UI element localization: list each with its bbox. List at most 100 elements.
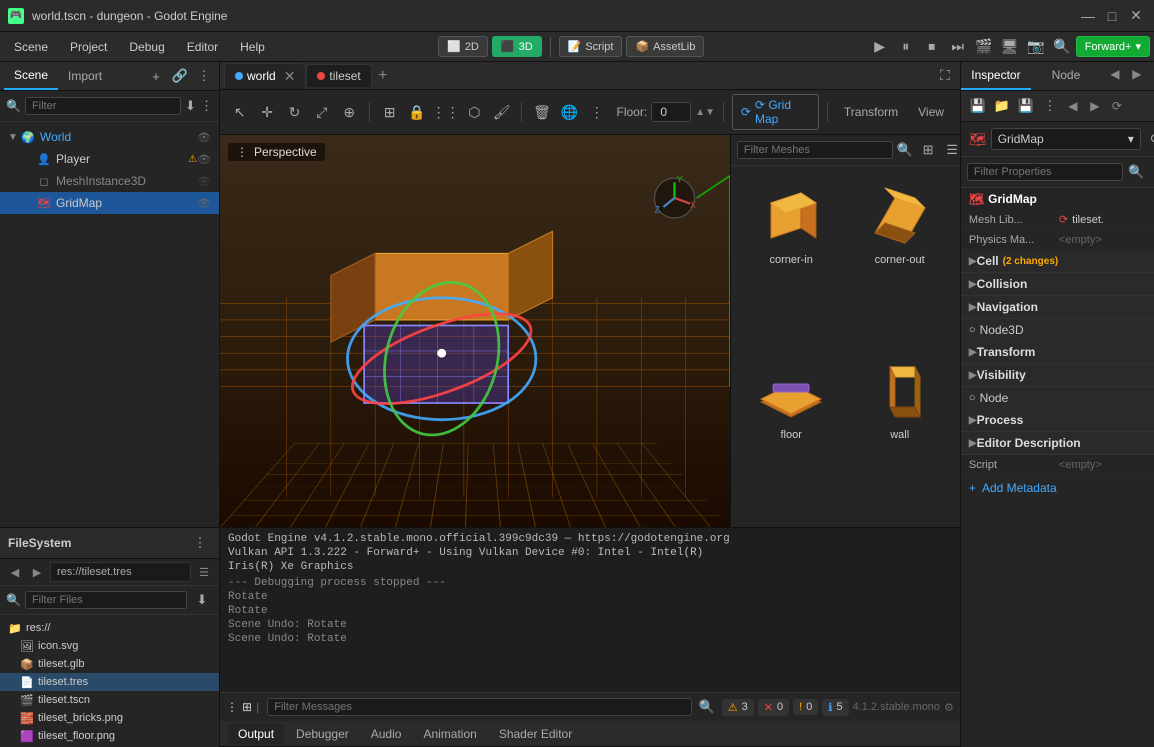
tab-scene[interactable]: Scene: [4, 62, 58, 90]
inspector-filter-input[interactable]: [967, 163, 1123, 181]
mesh-item-corner-out[interactable]: corner-out: [847, 174, 952, 345]
fs-item-bricks[interactable]: 🧱 tileset_bricks.png: [0, 709, 219, 727]
add-node-button[interactable]: +: [145, 65, 167, 87]
inspector-fwd-btn[interactable]: ▶: [1127, 64, 1147, 84]
play-button[interactable]: ▶: [868, 35, 892, 59]
maximize-button[interactable]: □: [1102, 6, 1122, 26]
inspector-prev-btn[interactable]: ◀: [1063, 96, 1083, 116]
transform-btn[interactable]: Transform: [836, 102, 906, 122]
fs-forward-btn[interactable]: ▶: [28, 563, 46, 581]
expand-btn[interactable]: ⛶: [934, 65, 956, 87]
fs-back-btn[interactable]: ◀: [6, 563, 24, 581]
collider-btn[interactable]: ⬡: [463, 99, 486, 125]
inspector-more-btn[interactable]: ⋮: [1149, 64, 1154, 86]
fs-item-res[interactable]: 📁 res://: [0, 619, 219, 637]
inspector-refresh-btn[interactable]: ⟳: [1107, 96, 1127, 116]
mesh-search-btn[interactable]: 🔍: [897, 139, 913, 161]
inspector-filter-icon[interactable]: 🔍: [1127, 161, 1146, 183]
camera-button[interactable]: 📷: [1024, 35, 1048, 59]
screen-button[interactable]: 🖥: [998, 35, 1022, 59]
fullscreen-button[interactable]: ⛶: [934, 65, 956, 87]
world-tab-close[interactable]: ✕: [284, 68, 296, 85]
fs-item-tilesetglb[interactable]: 📦 tileset.glb: [0, 655, 219, 673]
player-eye[interactable]: 👁: [197, 153, 211, 166]
tree-item-world[interactable]: ▼ 🌍 World 👁: [0, 126, 219, 148]
mesh-item-floor[interactable]: floor: [739, 349, 844, 520]
tab-add-button[interactable]: +: [372, 65, 394, 87]
minimize-button[interactable]: —: [1078, 6, 1098, 26]
tab-output[interactable]: Output: [228, 724, 284, 744]
menu-editor[interactable]: Editor: [177, 36, 228, 58]
tab-debugger[interactable]: Debugger: [286, 724, 359, 744]
scale-tool[interactable]: ⤢: [310, 99, 333, 125]
btn-assetlib[interactable]: 📦 AssetLib: [626, 36, 704, 57]
tab-world[interactable]: world ✕: [224, 63, 306, 89]
cell-section-title[interactable]: ▶ Cell (2 changes): [961, 250, 1154, 272]
close-button[interactable]: ✕: [1126, 6, 1146, 26]
inspector-history-btn[interactable]: ⟳: [1145, 128, 1154, 150]
tab-inspector[interactable]: Inspector: [961, 62, 1031, 90]
visibility-section-title[interactable]: ▶ Visibility: [961, 364, 1154, 386]
tab-audio[interactable]: Audio: [361, 724, 412, 744]
tree-item-gridmap[interactable]: 🗺 GridMap 👁: [0, 192, 219, 214]
inspector-more2-btn[interactable]: ⋮: [1039, 95, 1061, 117]
editordesc-section-title[interactable]: ▶ Editor Description: [961, 432, 1154, 454]
scene-filter-btn[interactable]: ⬇: [185, 95, 196, 117]
world-eye[interactable]: 👁: [197, 131, 211, 144]
fs-item-floor[interactable]: 🟪 tileset_floor.png: [0, 727, 219, 745]
mesh-search-input[interactable]: [737, 141, 893, 159]
console-filter-input[interactable]: [267, 698, 692, 716]
inspector-filesave-btn[interactable]: 💾: [967, 95, 989, 117]
navigation-section-title[interactable]: ▶ Navigation: [961, 296, 1154, 318]
gridmap-btn[interactable]: ⟳ ⟳ Grid Map: [732, 94, 819, 130]
floor-input[interactable]: [651, 102, 691, 122]
scene-filter-input[interactable]: [25, 97, 181, 115]
inspector-folder-btn[interactable]: 📁: [991, 95, 1013, 117]
snap-btn[interactable]: ⊞: [378, 99, 401, 125]
meshinstance-eye[interactable]: 👁: [197, 175, 211, 188]
paint-btn[interactable]: 🖌: [490, 99, 513, 125]
remote-button[interactable]: 🔍: [1050, 35, 1074, 59]
grid-btn[interactable]: ⋮⋮: [433, 99, 459, 125]
select-tool[interactable]: ↖: [228, 99, 251, 125]
mesh-grid-view-btn[interactable]: ⊞: [917, 139, 939, 161]
tab-tileset[interactable]: tileset: [306, 64, 371, 87]
menu-project[interactable]: Project: [60, 36, 117, 58]
btn-script[interactable]: 📝 Script: [559, 36, 623, 57]
inspector-dropdown[interactable]: GridMap ▾: [991, 128, 1141, 150]
view-btn[interactable]: View: [910, 102, 952, 122]
tab-animation[interactable]: Animation: [413, 724, 486, 744]
move-tool[interactable]: ✛: [255, 99, 278, 125]
add-metadata-button[interactable]: + Add Metadata: [961, 475, 1154, 501]
fs-item-iconsvg[interactable]: 🖼 icon.svg: [0, 637, 219, 655]
more-button[interactable]: ⋮: [193, 65, 215, 87]
tab-import[interactable]: Import: [58, 63, 112, 89]
rotate-tool[interactable]: ↻: [283, 99, 306, 125]
pause-button[interactable]: ⏸: [894, 35, 918, 59]
fs-more-btn[interactable]: ⋮: [189, 532, 211, 554]
gridmap-eye[interactable]: 👁: [197, 197, 211, 210]
fs-layout-btn[interactable]: ☰: [195, 563, 213, 581]
link-button[interactable]: 🔗: [169, 65, 191, 87]
erase-btn[interactable]: 🗑: [530, 99, 553, 125]
inspector-back-btn[interactable]: ◀: [1105, 64, 1125, 84]
mesh-item-wall[interactable]: wall: [847, 349, 952, 520]
fs-filter-btn[interactable]: ⬇: [191, 589, 213, 611]
mesh-item-corner-in[interactable]: corner-in: [739, 174, 844, 345]
3d-viewport[interactable]: ⋮ Perspective: [220, 135, 730, 527]
forward-plus-btn[interactable]: Forward+ ▾: [1076, 36, 1150, 57]
menu-debug[interactable]: Debug: [119, 36, 174, 58]
menu-scene[interactable]: Scene: [4, 36, 58, 58]
console-search-btn[interactable]: 🔍: [696, 696, 718, 718]
inspector-next-btn[interactable]: ▶: [1085, 96, 1105, 116]
fs-item-tilesetres[interactable]: 📄 tileset.tres: [0, 673, 219, 691]
btn-3d[interactable]: ⬛ 3D: [492, 36, 542, 57]
tab-node[interactable]: Node: [1031, 62, 1101, 90]
tree-item-meshinstance[interactable]: ◻ MeshInstance3D 👁: [0, 170, 219, 192]
stop-button[interactable]: ⏹: [920, 35, 944, 59]
btn-2d[interactable]: ⬜ 2D: [438, 36, 488, 57]
process-section-title[interactable]: ▶ Process: [961, 409, 1154, 431]
movie-button[interactable]: 🎬: [972, 35, 996, 59]
scene-more-btn[interactable]: ⋮: [200, 95, 213, 117]
inspector-save-btn[interactable]: 💾: [1015, 95, 1037, 117]
